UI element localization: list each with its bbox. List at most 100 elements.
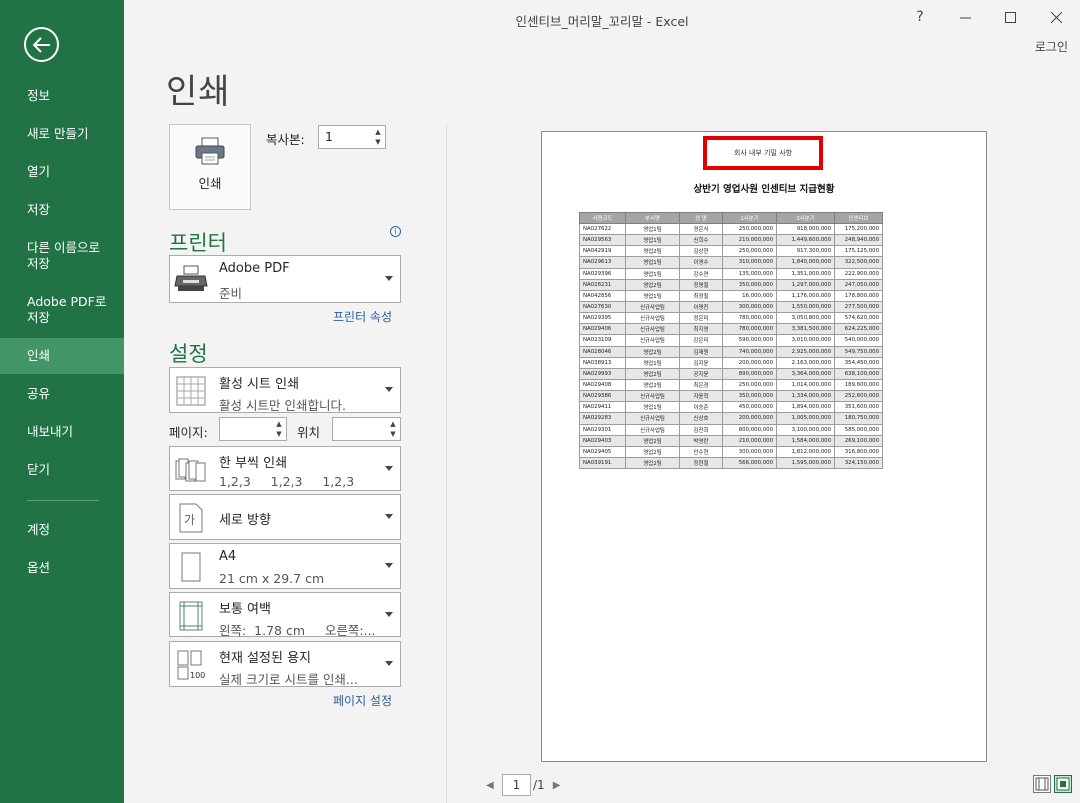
table-cell: 강은미 [679,334,723,347]
sidebar-item-1[interactable]: 정보 [0,88,124,104]
column-header: 부서명 [625,212,680,224]
table-row: NA042856 영업1팀 최정철 16,000,000 1,176,000,000 17… [579,289,883,302]
minimize-button[interactable] [953,6,977,28]
chevron-down-icon [385,563,393,568]
sidebar-item-3[interactable]: 열기 [0,164,124,180]
zoom-to-page-button[interactable] [1054,775,1072,793]
sidebar-item-9[interactable]: 내보내기 [0,424,124,440]
table-cell: 김지윤 [679,356,723,369]
table-cell: 1,297,000,000 [776,278,835,291]
table-cell: NA029613 [579,256,626,269]
back-button[interactable] [24,27,59,62]
table-cell: 638,100,000 [834,367,883,380]
pages-from-stepper[interactable]: ▲ ▼ [274,419,284,439]
printer-icon [195,137,225,165]
sidebar-item-4[interactable]: 저장 [0,202,124,218]
print-scope-dropdown[interactable]: 활성 시트 인쇄 활성 시트만 인쇄합니다. [169,367,401,413]
table-cell: 574,620,000 [834,312,883,325]
pages-to-input[interactable]: ▲ ▼ [332,417,401,441]
table-row: NA029405 영업2팀 안수현 300,000,000 1,812,000,000 3… [579,445,883,458]
table-cell: NA042919 [579,245,626,258]
maximize-icon [1004,11,1016,23]
orientation-dropdown[interactable]: 가 세로 방향 [169,494,401,540]
page-header-text: 회사 내부 기밀 사항 [703,136,823,170]
table-cell: 1,334,000,000 [776,390,835,403]
table-cell: 585,000,000 [834,423,883,436]
table-cell: 247,050,000 [834,278,883,291]
page-setup-link[interactable]: 페이지 설정 [333,692,392,709]
column-header: 인센티브 [834,212,883,224]
table-cell: 영업2팀 [625,345,680,358]
table-cell: 1,595,000,000 [776,456,835,470]
show-margins-button[interactable] [1033,775,1051,793]
table-cell: 324,150,000 [834,456,883,470]
sidebar-item-6[interactable]: Adobe PDF로 저장 [0,294,124,326]
printer-properties-link[interactable]: 프린터 속성 [333,308,392,325]
table-cell: 200,000,000 [722,356,777,369]
sidebar-item-10[interactable]: 닫기 [0,462,124,478]
table-cell: 3,364,000,000 [776,367,835,380]
close-button[interactable] [1044,6,1068,28]
paper-size-dropdown[interactable]: A4 21 cm x 29.7 cm [169,543,401,589]
sidebar-item-2[interactable]: 새로 만들기 [0,126,124,142]
table-cell: NA029993 [579,367,626,380]
table-cell: 영업1팀 [625,267,680,280]
minimize-icon [959,17,971,18]
arrow-left-icon [32,36,50,53]
table-row: NA029613 영업1팀 이영수 310,000,000 1,840,000,000 3… [579,256,883,269]
pages-from-input[interactable]: ▲ ▼ [219,417,287,441]
table-cell: 1,840,000,000 [776,256,835,269]
table-cell: 3,050,800,000 [776,312,835,325]
table-row: NA029395 신규사업팀 정은미 780,000,000 3,050,800,000… [579,312,883,325]
collate-dropdown[interactable]: 한 부씩 인쇄 1,2,3 1,2,3 1,2,3 [169,446,401,491]
table-row: NA023109 신규사업팀 강은미 590,000,000 3,010,000,000… [579,334,883,347]
printer-dropdown[interactable]: Adobe PDF 준비 [169,255,401,303]
copies-value: 1 [325,129,333,144]
table-cell: 영업2팀 [625,245,680,258]
column-header: 사원코드 [579,212,626,224]
scaling-dropdown[interactable]: 100 현재 설정된 용지 실제 크기로 시트를 인쇄... [169,641,401,687]
login-link[interactable]: 로그인 [1035,38,1068,55]
table-header-row: 사원코드 부서명 성 명 1사분기 2사분기 인센티브 [579,212,883,224]
table-cell: 2,163,000,000 [776,356,835,369]
table-cell: 신규사업팀 [625,412,680,425]
table-cell: 210,000,000 [722,234,777,247]
column-header: 성 명 [679,212,723,224]
table-cell: 1,894,000,000 [776,401,835,414]
maximize-button[interactable] [998,6,1022,28]
table-cell: 450,000,000 [722,401,777,414]
sidebar-item-8[interactable]: 공유 [0,386,124,402]
table-cell: 1,550,000,000 [776,300,835,314]
table-cell: 322,500,000 [834,256,883,269]
sidebar-item-11[interactable]: 계정 [0,522,124,538]
next-page-button[interactable]: ▶ [553,780,563,791]
table-cell: 영업2팀 [625,445,680,458]
table-cell: 1,584,000,000 [776,434,835,447]
sidebar-item-7[interactable]: 인쇄 [0,338,124,374]
table-cell: 영업2팀 [625,367,680,380]
pages-to-stepper[interactable]: ▲ ▼ [388,419,398,439]
sidebar-item-12[interactable]: 옵션 [0,560,124,576]
help-button[interactable]: ? [908,6,932,28]
table-cell: 안수현 [679,445,723,458]
page-number-input[interactable]: 1 [502,774,531,796]
page-title: 인쇄 [166,72,231,112]
table-cell: 316,800,000 [834,445,883,458]
table-cell: 영업2팀 [625,378,680,392]
table-cell: 590,000,000 [722,334,777,347]
copies-stepper[interactable]: ▲ ▼ [373,127,383,147]
info-icon[interactable]: i [390,226,401,237]
prev-page-button[interactable]: ◀ [486,780,496,791]
sidebar-item-5[interactable]: 다른 이름으로 저장 [0,240,124,272]
paper-size-subtitle: 21 cm x 29.7 cm [219,571,325,586]
copies-input[interactable]: 1 ▲ ▼ [318,125,386,149]
print-button-label: 인쇄 [198,176,222,191]
table-row: NA038913 영업1팀 김지윤 200,000,000 2,163,000,000 3… [579,356,883,369]
print-button[interactable]: 인쇄 [169,124,251,210]
table-cell: 1,812,000,000 [776,445,835,458]
paper-size-title: A4 [219,549,237,564]
table-cell: 영업1팀 [625,356,680,369]
margins-dropdown[interactable]: 보통 여백 왼쪽: 1.78 cm 오른쪽:... [169,592,401,638]
table-cell: 210,000,000 [722,434,777,447]
scaling-title: 현재 설정된 용지 [219,651,311,666]
